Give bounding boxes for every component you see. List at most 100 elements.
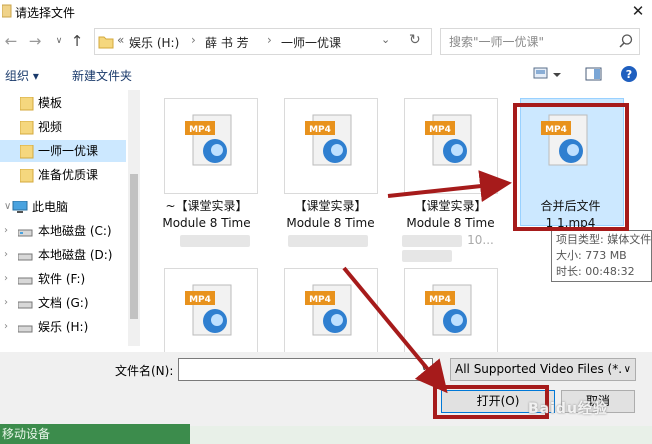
file-thumbnail: MP4 bbox=[284, 98, 378, 194]
blurred-text bbox=[402, 250, 452, 262]
svg-text:MP4: MP4 bbox=[309, 295, 331, 305]
sidebar-item-drive-f[interactable]: › 软件 (F:) bbox=[0, 268, 126, 290]
folder-icon bbox=[19, 96, 34, 118]
navigation-pane: 模板 视频 一师一优课 准备优质课 ∨ 此电脑 › 本地磁盘 (C:) › 本地… bbox=[0, 90, 140, 352]
forward-arrow-icon[interactable]: → bbox=[26, 30, 44, 52]
sidebar-item-label: 文档 (G:) bbox=[38, 296, 89, 310]
recent-chevron-icon[interactable]: ∨ bbox=[50, 30, 68, 52]
taskbar-item[interactable]: 移动设备 bbox=[0, 424, 190, 444]
sidebar-item-drive-d[interactable]: › 本地磁盘 (D:) bbox=[0, 244, 126, 266]
sidebar-item-drive-h[interactable]: › 娱乐 (H:) bbox=[0, 316, 126, 338]
sidebar-item-current-folder[interactable]: 一师一优课 bbox=[0, 140, 126, 162]
view-options-icon[interactable] bbox=[533, 65, 563, 86]
window-title: 请选择文件 bbox=[15, 6, 76, 20]
file-tile[interactable]: MP4 【课堂实录】 Module 8 Time 10... bbox=[380, 98, 498, 247]
drive-icon bbox=[17, 248, 34, 270]
toolbar: 组织 ▾ 新建文件夹 ? bbox=[0, 62, 652, 88]
sidebar-item-label: 此电脑 bbox=[32, 200, 69, 214]
mp4-file-icon: MP4 bbox=[425, 114, 472, 166]
folder-icon bbox=[19, 120, 34, 142]
expand-chevron-icon[interactable]: › bbox=[4, 244, 8, 266]
up-arrow-icon[interactable]: ↑ bbox=[68, 30, 86, 52]
blurred-text bbox=[402, 235, 462, 247]
blurred-text bbox=[288, 235, 368, 247]
sidebar-item-label: 娱乐 (H:) bbox=[38, 320, 89, 334]
svg-text:MP4: MP4 bbox=[429, 295, 451, 305]
sidebar-item-label: 一师一优课 bbox=[38, 144, 99, 158]
breadcrumb-separator: › bbox=[191, 33, 196, 47]
expand-chevron-icon[interactable]: › bbox=[4, 268, 8, 290]
search-input[interactable] bbox=[449, 34, 609, 50]
taskbar-strip bbox=[190, 426, 652, 444]
address-bar[interactable]: « 娱乐 (H:) › 薛 书 芳 › 一师一优课 ⌄ ↻ bbox=[94, 28, 432, 55]
mp4-file-icon: MP4 bbox=[305, 114, 352, 166]
computer-icon bbox=[12, 200, 28, 222]
breadcrumb-current[interactable]: 一师一优课 bbox=[281, 34, 341, 51]
filename-field[interactable]: ∨ bbox=[178, 358, 433, 381]
file-info-tooltip: 项目类型: 媒体文件 大小: 773 MB 时长: 00:48:32 bbox=[551, 230, 652, 282]
sidebar-scrollbar[interactable] bbox=[128, 90, 140, 346]
drive-icon bbox=[17, 296, 34, 318]
chevron-down-icon[interactable]: ∨ bbox=[421, 362, 428, 373]
expand-chevron-icon[interactable]: › bbox=[4, 220, 8, 242]
collapse-chevron-icon[interactable]: ∨ bbox=[4, 196, 11, 218]
tooltip-duration: 时长: 00:48:32 bbox=[556, 265, 635, 278]
highlight-box-selected-file bbox=[513, 103, 629, 231]
new-folder-button[interactable]: 新建文件夹 bbox=[72, 67, 132, 84]
chevron-down-icon[interactable]: ∨ bbox=[624, 359, 631, 380]
drive-icon bbox=[17, 272, 34, 294]
search-box[interactable] bbox=[440, 28, 640, 55]
blurred-text bbox=[180, 235, 250, 247]
scrollbar-thumb[interactable] bbox=[130, 174, 138, 319]
filename-label: 文件名(N): bbox=[115, 364, 174, 378]
file-tile[interactable]: MP4 【课堂实录】 Module 8 Time bbox=[260, 98, 378, 234]
file-tile[interactable]: MP4 bbox=[140, 268, 258, 352]
organize-menu[interactable]: 组织 ▾ bbox=[5, 67, 39, 84]
file-thumbnail: MP4 bbox=[164, 98, 258, 194]
refresh-icon[interactable]: ↻ bbox=[409, 32, 421, 48]
file-tile[interactable]: MP4 bbox=[260, 268, 378, 352]
app-icon bbox=[1, 3, 12, 22]
tooltip-type: 项目类型: 媒体文件 bbox=[556, 233, 652, 246]
svg-text:MP4: MP4 bbox=[309, 125, 331, 135]
sidebar-item-drive-c[interactable]: › 本地磁盘 (C:) bbox=[0, 220, 126, 242]
preview-pane-icon[interactable] bbox=[585, 65, 603, 86]
svg-text:?: ? bbox=[626, 68, 632, 81]
file-thumbnail: MP4 bbox=[284, 268, 378, 352]
address-dropdown-icon[interactable]: ⌄ bbox=[381, 33, 390, 46]
breadcrumb-folder[interactable]: 薛 书 芳 bbox=[205, 34, 249, 51]
sidebar-item-templates[interactable]: 模板 bbox=[0, 92, 126, 114]
sidebar-item-videos[interactable]: 视频 bbox=[0, 116, 126, 138]
file-type-value: All Supported Video Files (*. bbox=[455, 362, 623, 376]
tooltip-size: 大小: 773 MB bbox=[556, 249, 627, 262]
folder-icon bbox=[19, 168, 34, 190]
breadcrumb-drive[interactable]: 娱乐 (H:) bbox=[129, 34, 179, 51]
file-tile[interactable]: MP4 bbox=[380, 268, 498, 352]
breadcrumb-separator: › bbox=[267, 33, 272, 47]
svg-text:MP4: MP4 bbox=[189, 125, 211, 135]
folder-icon bbox=[19, 144, 34, 166]
sidebar-item-prep-lessons[interactable]: 准备优质课 bbox=[0, 164, 126, 186]
file-type-select[interactable]: All Supported Video Files (*. ∨ bbox=[450, 358, 636, 381]
sidebar-item-label: 视频 bbox=[38, 120, 63, 134]
search-icon[interactable] bbox=[619, 34, 633, 51]
close-icon[interactable]: ✕ bbox=[624, 0, 652, 22]
path-prefix: « bbox=[117, 33, 125, 47]
svg-text:MP4: MP4 bbox=[189, 295, 211, 305]
file-tile[interactable]: MP4 ~【课堂实录】 Module 8 Time bbox=[140, 98, 258, 234]
sidebar-item-this-pc[interactable]: ∨ 此电脑 bbox=[0, 196, 126, 218]
sidebar-item-label: 软件 (F:) bbox=[38, 272, 86, 286]
sidebar-item-drive-g[interactable]: › 文档 (G:) bbox=[0, 292, 126, 314]
watermark: Baidu经验 bbox=[528, 401, 608, 417]
expand-chevron-icon[interactable]: › bbox=[4, 316, 8, 338]
mp4-file-icon: MP4 bbox=[425, 284, 472, 336]
expand-chevron-icon[interactable]: › bbox=[4, 292, 8, 314]
title-bar: 请选择文件 ✕ bbox=[0, 0, 652, 24]
file-thumbnail: MP4 bbox=[404, 268, 498, 352]
drive-icon bbox=[17, 320, 34, 342]
help-icon[interactable]: ? bbox=[620, 65, 638, 86]
back-arrow-icon[interactable]: ← bbox=[2, 30, 20, 52]
navigation-bar: ← → ∨ ↑ « 娱乐 (H:) › 薛 书 芳 › 一师一优课 ⌄ ↻ bbox=[0, 26, 652, 56]
sidebar-item-label: 本地磁盘 (C:) bbox=[38, 224, 112, 238]
drive-icon bbox=[17, 224, 34, 246]
